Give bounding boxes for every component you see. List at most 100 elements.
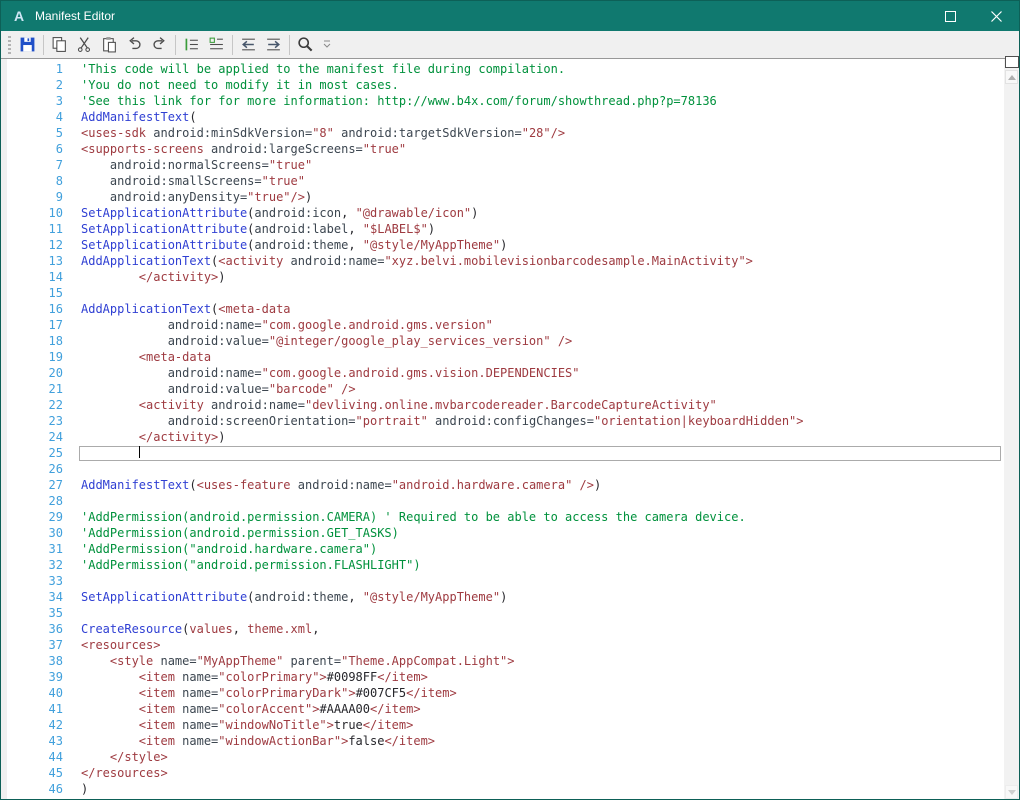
code-segment: "windowNoTitle"> [218,718,334,732]
code-line-row[interactable]: 17 android:name="com.google.android.gms.… [7,317,1004,333]
scroll-down-button[interactable] [1005,785,1018,799]
code-line-row[interactable]: 16 AddApplicationText(<meta-data [7,301,1004,317]
code-segment: ) [471,206,479,220]
code-line-row[interactable]: 7 android:normalScreens="true" [7,157,1004,173]
code-line-row[interactable]: 2 'You do not need to modify it in most c… [7,77,1004,93]
code-line-row[interactable]: 10 SetApplicationAttribute(android:icon, … [7,205,1004,221]
code-line-row[interactable]: 8 android:smallScreens="true" [7,173,1004,189]
save-icon [19,36,36,53]
code-line-row[interactable]: 39 <item name="colorPrimary">#0098FF</it… [7,669,1004,685]
vertical-scrollbar[interactable] [1004,56,1019,799]
code-line-row[interactable]: 19 <meta-data [7,349,1004,365]
code-line-row[interactable]: 37 <resources> [7,637,1004,653]
code-line-row[interactable]: 27 AddManifestText(<uses-feature android:… [7,477,1004,493]
code-line-row[interactable]: 41 <item name="colorAccent">#AAAA00</ite… [7,701,1004,717]
code-line-row[interactable]: 5 <uses-sdk android:minSdkVersion="8" and… [7,125,1004,141]
line-number: 1 [55,62,63,76]
toolbar-grip[interactable] [8,35,11,54]
code-line-row[interactable]: 23 android:screenOrientation="portrait" … [7,413,1004,429]
code-line-row[interactable]: 12 SetApplicationAttribute(android:theme,… [7,237,1004,253]
code-line-row[interactable]: 45 </resources> [7,765,1004,781]
code-line-row[interactable]: 38 <style name="MyAppTheme" parent="Them… [7,653,1004,669]
line-number: 39 [48,670,63,684]
code-segment: 'AddPermission("android.hardware.camera"… [81,542,378,556]
code-line-row[interactable]: 30 'AddPermission(android.permission.GET_… [7,525,1004,541]
toolbar-buttons [15,33,334,57]
line-number: 33 [48,574,63,588]
code-line-row[interactable]: 21 android:value="barcode" /> [7,381,1004,397]
undo-button[interactable] [122,33,147,57]
code-line-row[interactable]: 3 'See this link for for more information… [7,93,1004,109]
line-number: 45 [48,766,63,780]
code-line-row[interactable]: 46) [7,781,1004,797]
code-segment: android:name= [81,366,262,380]
code-line-row[interactable]: 20 android:name="com.google.android.gms.… [7,365,1004,381]
titlebar[interactable]: A Manifest Editor [1,1,1019,31]
code-text: <item name="colorPrimaryDark">#007CF5</i… [81,685,1001,701]
code-line-row[interactable]: 1 'This code will be applied to the manif… [7,61,1004,77]
code-line-row[interactable]: 26 [7,461,1004,477]
line-number: 23 [48,414,63,428]
maximize-button[interactable] [927,1,973,31]
code-text: <uses-sdk android:minSdkVersion="8" andr… [81,125,1001,141]
code-line-row[interactable]: 18 android:value="@integer/google_play_s… [7,333,1004,349]
code-line-row[interactable]: 28 [7,493,1004,509]
code-line-row[interactable]: 43 <item name="windowActionBar">false</i… [7,733,1004,749]
toolbar-separator [232,34,233,55]
copy-button[interactable] [47,33,72,57]
line-number: 25 [48,446,63,460]
code-text: CreateResource(values, theme.xml, [81,621,1001,637]
paste-button[interactable] [97,33,122,57]
shift-right-button[interactable] [261,33,286,57]
code-line-row[interactable]: 35 [7,605,1004,621]
line-number: 18 [48,334,63,348]
code-text: android:anyDensity="true"/>) [81,189,1001,205]
code-line-row[interactable]: 13 AddApplicationText(<activity android:n… [7,253,1004,269]
code-line-row[interactable]: 33 [7,573,1004,589]
code-line-row[interactable]: 40 <item name="colorPrimaryDark">#007CF5… [7,685,1004,701]
code-segment: ) [81,782,89,796]
toolbar-overflow-button[interactable] [320,33,334,57]
search-button[interactable] [293,33,318,57]
indent-button[interactable] [179,33,204,57]
code-segment: , [232,622,248,636]
code-segment: name= [182,734,219,748]
code-line-row[interactable]: 31 'AddPermission("android.hardware.camer… [7,541,1004,557]
code-text: 'AddPermission("android.hardware.camera"… [81,541,1001,557]
code-line-row[interactable]: 36 CreateResource(values, theme.xml, [7,621,1004,637]
cut-button[interactable] [72,33,97,57]
code-line-row[interactable]: 4 AddManifestText( [7,109,1004,125]
code-line-row[interactable]: 22 <activity android:name="devliving.onl… [7,397,1004,413]
line-number: 6 [55,142,63,156]
save-button[interactable] [15,33,40,57]
code-segment: </item> [406,686,457,700]
code-text: <item name="colorPrimary">#0098FF</item> [81,669,1001,685]
code-line-row[interactable]: 14 </activity>) [7,269,1004,285]
code-segment: <style [81,654,161,668]
code-editor[interactable]: 1 'This code will be applied to the manif… [7,59,1004,799]
code-line-row[interactable]: 9 android:anyDensity="true"/>) [7,189,1004,205]
code-line-row[interactable]: 32 'AddPermission("android.permission.FLA… [7,557,1004,573]
undo-icon [126,36,143,53]
scrollbar-splitter-box[interactable] [1004,56,1019,68]
scroll-up-button[interactable] [1005,70,1018,84]
shift-left-button[interactable] [236,33,261,57]
code-text: <item name="windowNoTitle">true</item> [81,717,1001,733]
redo-button[interactable] [147,33,172,57]
code-line-row[interactable]: 15 [7,285,1004,301]
code-line-row[interactable]: 6 <supports-screens android:largeScreens=… [7,141,1004,157]
editor-area: 1 'This code will be applied to the manif… [1,56,1019,799]
code-line-row[interactable]: 34 SetApplicationAttribute(android:theme,… [7,589,1004,605]
code-line-row[interactable]: 29 'AddPermission(android.permission.CAME… [7,509,1004,525]
code-line-row[interactable]: 11 SetApplicationAttribute(android:label,… [7,221,1004,237]
line-number: 46 [48,782,63,796]
code-line-row[interactable]: 24 </activity>) [7,429,1004,445]
code-segment: <meta-data [218,302,291,316]
code-line-row[interactable]: 25 [7,445,1004,461]
code-line-row[interactable]: 42 <item name="windowNoTitle">true</item… [7,717,1004,733]
manifest-editor-window: A Manifest Editor 1 'This code will be ap… [0,0,1020,800]
outdent-button[interactable] [204,33,229,57]
code-line-row[interactable]: 44 </style> [7,749,1004,765]
close-button[interactable] [973,1,1019,31]
code-segment: android:configChanges= [435,414,594,428]
